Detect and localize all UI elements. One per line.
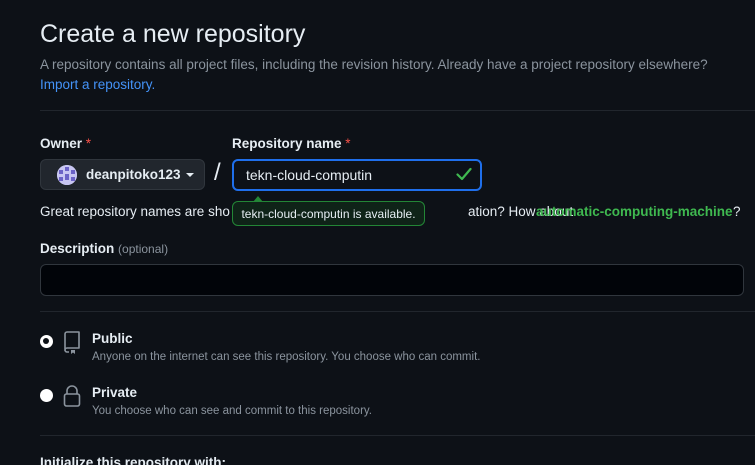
- description-label-text: Description: [40, 241, 115, 256]
- divider: [40, 435, 755, 436]
- intro-description: A repository contains all project files,…: [40, 57, 708, 72]
- owner-select-button[interactable]: deanpitoko123: [40, 159, 205, 190]
- lock-icon: [62, 384, 82, 413]
- suggested-name-link[interactable]: automatic-computing-machine: [536, 204, 733, 219]
- page-title: Create a new repository: [40, 20, 306, 48]
- repo-name-label: Repository name *: [232, 136, 351, 151]
- private-description: You choose who can see and commit to thi…: [92, 405, 372, 417]
- public-description: Anyone on the internet can see this repo…: [92, 351, 481, 363]
- repo-icon: [62, 330, 82, 359]
- intro-text: A repository contains all project files,…: [40, 55, 752, 95]
- description-label: Description (optional): [40, 241, 168, 256]
- description-optional-text: (optional): [118, 242, 169, 256]
- private-radio[interactable]: [40, 389, 53, 402]
- public-radio[interactable]: [40, 335, 53, 348]
- owner-label: Owner *: [40, 136, 91, 151]
- private-title: Private: [92, 385, 138, 400]
- owner-avatar: [57, 164, 77, 185]
- owner-label-text: Owner: [40, 136, 83, 151]
- initialize-label: Initialize this repository with:: [40, 455, 227, 465]
- repo-name-input[interactable]: [232, 159, 482, 191]
- repo-name-required-mark: *: [345, 136, 351, 151]
- create-repository-page: Create a new repository A repository con…: [0, 0, 755, 465]
- hint-text-start: Great repository names are sho: [40, 204, 230, 219]
- import-repository-link[interactable]: Import a repository.: [40, 77, 155, 92]
- check-icon: [456, 167, 472, 186]
- divider: [40, 110, 755, 111]
- divider: [40, 311, 755, 312]
- public-title: Public: [92, 331, 133, 346]
- owner-required-mark: *: [85, 136, 92, 151]
- repo-name-label-text: Repository name: [232, 136, 342, 151]
- description-input[interactable]: [40, 264, 744, 296]
- hint-question-mark: ?: [733, 204, 741, 219]
- owner-repo-separator: /: [214, 159, 221, 186]
- owner-name: deanpitoko123: [86, 167, 181, 182]
- chevron-down-icon: [185, 172, 194, 177]
- availability-tooltip: tekn-cloud-computin is available.: [232, 196, 425, 226]
